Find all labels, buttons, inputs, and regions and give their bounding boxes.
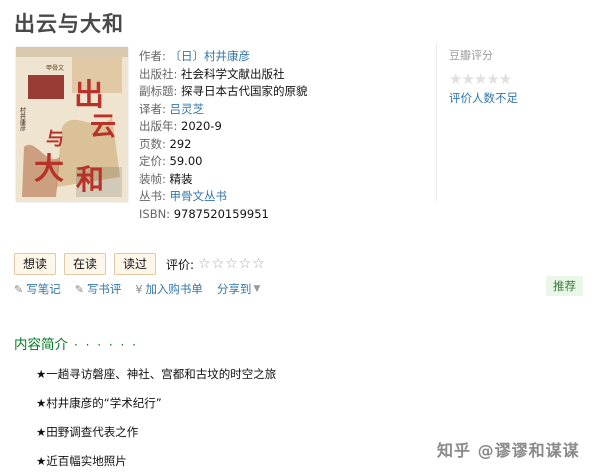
info-value: 9787520159951 bbox=[173, 206, 269, 221]
info-label: 出版年: bbox=[139, 119, 178, 133]
pencil-icon: ✎ bbox=[74, 282, 84, 296]
info-value: 社会科学文献出版社 bbox=[181, 66, 285, 81]
info-label: 定价: bbox=[139, 154, 166, 168]
info-translator-row: 译者: 吕灵芝 bbox=[139, 101, 419, 119]
recommend-button[interactable]: 推荐 bbox=[546, 276, 583, 296]
author-link[interactable]: 〔日〕村井康彦 bbox=[170, 49, 251, 63]
info-label: 译者: bbox=[139, 101, 166, 116]
info-label: 页数: bbox=[139, 136, 166, 151]
rating-title: 豆瓣评分 bbox=[449, 49, 493, 62]
book-cover[interactable]: 甲骨文 村井康彦 出 云 与 大 和 bbox=[16, 47, 128, 202]
write-review-label: 写书评 bbox=[86, 282, 122, 296]
cover-author: 村井康彦 bbox=[19, 106, 26, 132]
cover-char-2: 云 bbox=[90, 112, 116, 142]
cover-char-3: 与 bbox=[46, 129, 64, 150]
info-value: 精装 bbox=[169, 171, 193, 186]
intro-heading: 内容简介 · · · · · · bbox=[14, 333, 138, 353]
share-label: 分享到 bbox=[216, 282, 252, 296]
info-pages-row: 页数: 292 bbox=[139, 136, 419, 154]
reading-button[interactable]: 在读 bbox=[64, 253, 107, 275]
action-links: ✎ 写笔记 ✎ 写书评 ¥ 加入购书单 分享到 ▼ bbox=[14, 281, 274, 297]
rate-label: 评价: bbox=[166, 257, 195, 272]
rate-stars-icon[interactable]: ☆☆☆☆☆ bbox=[198, 256, 266, 272]
book-info: 作者: 〔日〕村井康彦 出版社: 社会科学文献出版社 副标题: 探寻日本古代国家… bbox=[139, 48, 419, 223]
cover-char-4: 大 bbox=[34, 152, 64, 187]
info-label: 出版社: bbox=[139, 66, 178, 81]
info-value: 2020-9 bbox=[181, 119, 222, 133]
intro-item: ★村井康彦的“学术纪行” bbox=[36, 396, 162, 410]
rating-panel: 豆瓣评分 ★★★★★ 评价人数不足 bbox=[436, 43, 599, 201]
yen-icon: ¥ bbox=[135, 282, 143, 296]
intro-item: ★田野调查代表之作 bbox=[36, 425, 139, 439]
want-to-read-button[interactable]: 想读 bbox=[14, 253, 57, 275]
info-label: 丛书: bbox=[139, 189, 166, 203]
info-label: 作者: bbox=[139, 49, 166, 63]
info-value: 59.00 bbox=[169, 154, 203, 168]
info-publisher-row: 出版社: 社会科学文献出版社 bbox=[139, 66, 419, 84]
write-note-link[interactable]: ✎ 写笔记 bbox=[14, 281, 61, 297]
add-to-booklist-label: 加入购书单 bbox=[145, 282, 203, 296]
cover-char-1: 出 bbox=[74, 78, 104, 113]
info-binding-row: 装帧: 精装 bbox=[139, 171, 419, 189]
pencil-icon: ✎ bbox=[14, 282, 24, 296]
write-note-label: 写笔记 bbox=[26, 282, 61, 296]
page-title: 出云与大和 bbox=[14, 12, 124, 36]
intro-heading-label: 内容简介 bbox=[14, 337, 68, 353]
status-buttons: 想读 在读 读过 评价: ☆☆☆☆☆ bbox=[14, 253, 266, 275]
cover-series-mark: 甲骨文 bbox=[46, 64, 64, 72]
info-series-row: 丛书: 甲骨文丛书 bbox=[139, 188, 419, 206]
info-value: 292 bbox=[169, 136, 192, 151]
share-link[interactable]: 分享到 ▼ bbox=[217, 281, 260, 297]
rating-insufficient-link[interactable]: 评价人数不足 bbox=[449, 90, 599, 106]
intro-dots: · · · · · · bbox=[74, 338, 138, 352]
write-review-link[interactable]: ✎ 写书评 bbox=[75, 281, 122, 297]
info-label: ISBN: bbox=[139, 206, 171, 221]
rating-stars-icon: ★★★★★ bbox=[449, 70, 512, 88]
chevron-down-icon: ▼ bbox=[253, 284, 261, 294]
zhihu-watermark: 知乎 @谬谬和谋谋 bbox=[437, 441, 580, 460]
book-cover-art: 甲骨文 村井康彦 出 云 与 大 和 bbox=[16, 47, 128, 202]
info-label: 副标题: bbox=[139, 84, 178, 98]
cover-char-5: 和 bbox=[76, 163, 104, 196]
intro-item: ★一趟寻访磐座、神社、宫都和古坟的时空之旅 bbox=[36, 367, 277, 381]
info-isbn-row: ISBN: 9787520159951 bbox=[139, 206, 419, 224]
translator-link[interactable]: 吕灵芝 bbox=[170, 102, 205, 116]
info-price-row: 定价: 59.00 bbox=[139, 153, 419, 171]
add-to-booklist-link[interactable]: ¥ 加入购书单 bbox=[135, 281, 203, 297]
info-author-row: 作者: 〔日〕村井康彦 bbox=[139, 48, 419, 66]
info-value: 探寻日本古代国家的原貌 bbox=[181, 84, 308, 98]
read-button[interactable]: 读过 bbox=[114, 253, 157, 275]
intro-item: ★近百幅实地照片 bbox=[36, 454, 127, 468]
info-label: 装帧: bbox=[139, 171, 166, 186]
info-pubyear-row: 出版年: 2020-9 bbox=[139, 118, 419, 136]
series-link[interactable]: 甲骨文丛书 bbox=[170, 189, 228, 203]
info-subtitle-row: 副标题: 探寻日本古代国家的原貌 bbox=[139, 83, 419, 101]
